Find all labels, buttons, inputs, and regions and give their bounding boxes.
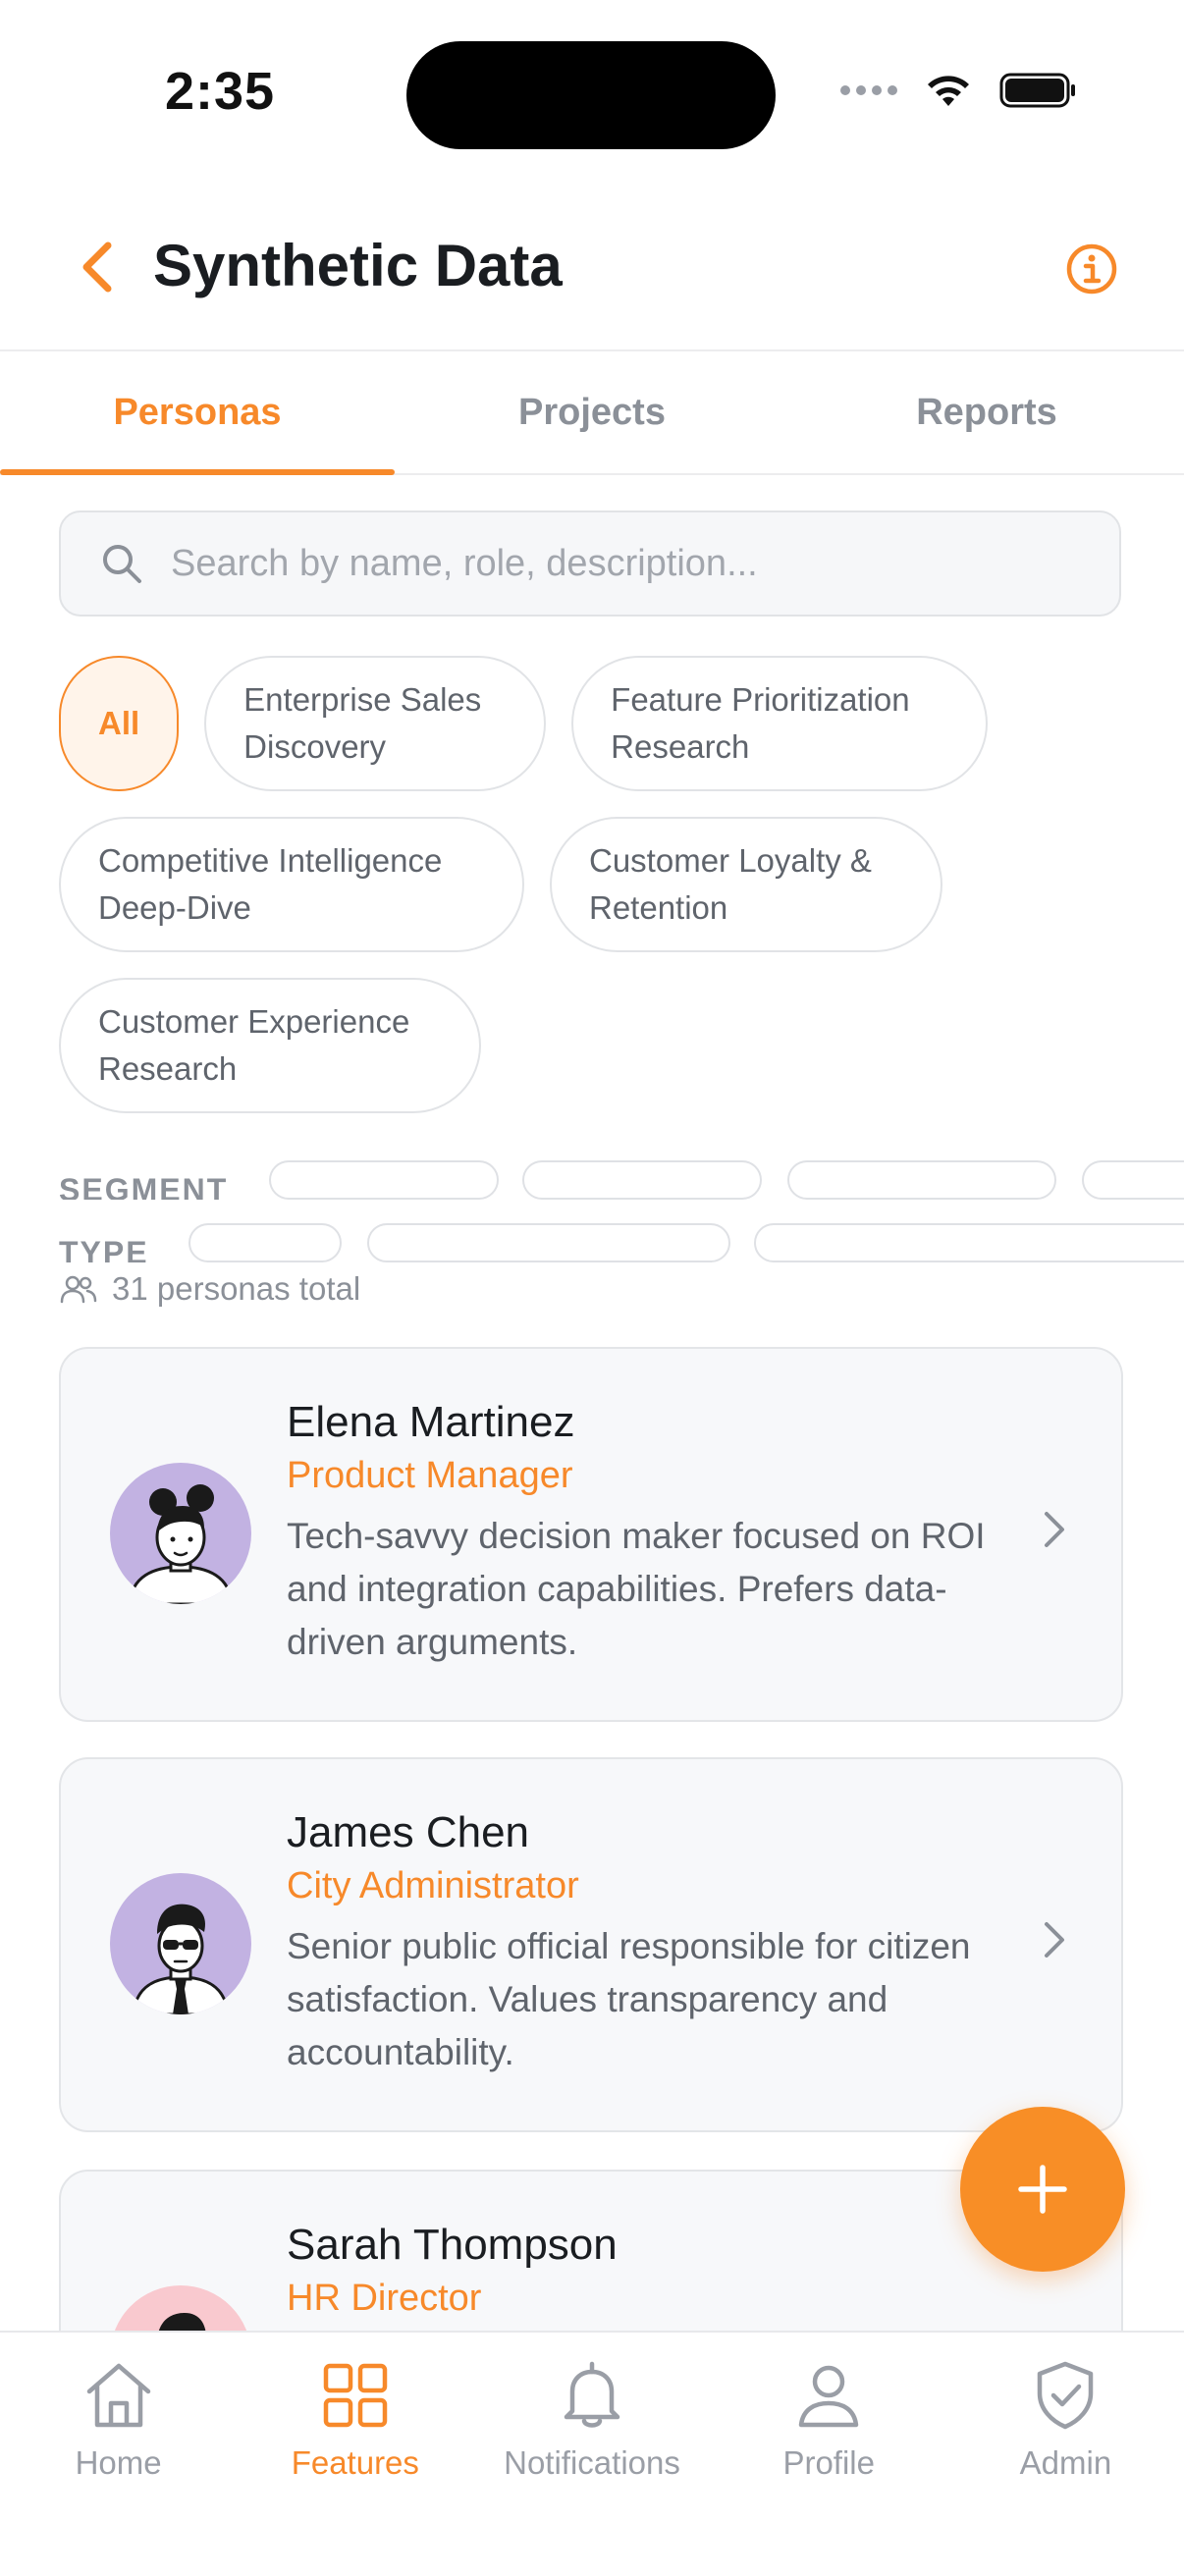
persona-avatar-illustration <box>132 1904 230 2014</box>
nav-admin-label: Admin <box>1019 2444 1112 2481</box>
type-label: TYPE <box>59 1235 149 1262</box>
type-filter-row: TYPE <box>59 1221 1184 1262</box>
nav-admin[interactable]: Admin <box>947 2333 1184 2576</box>
persona-count-text: 31 personas total <box>112 1270 361 1307</box>
info-button[interactable] <box>1064 242 1119 296</box>
status-bar: 2:35 <box>0 0 1184 187</box>
home-icon <box>86 2363 150 2428</box>
chip-customer-loyalty-retention[interactable]: Customer Loyalty & Retention <box>550 817 942 952</box>
persona-name: Elena Martinez <box>287 1398 575 1446</box>
project-filter-chips: All Enterprise Sales Discovery Feature P… <box>59 656 1129 1113</box>
grid-icon <box>323 2363 388 2428</box>
chevron-right-icon <box>1045 1512 1064 1547</box>
nav-home-label: Home <box>75 2444 162 2481</box>
segment-pill[interactable] <box>1082 1160 1184 1200</box>
avatar <box>110 1463 251 1604</box>
chip-customer-experience-research[interactable]: Customer Experience Research <box>59 978 481 1113</box>
persona-description: Senior public official responsible for c… <box>287 1926 971 2072</box>
chip-competitive-intelligence-deep-dive[interactable]: Competitive Intelligence Deep-Dive <box>59 817 524 952</box>
persona-role: Product Manager <box>287 1455 573 1496</box>
search-bar <box>59 510 1121 617</box>
page-title: Synthetic Data <box>153 233 563 298</box>
back-button[interactable] <box>69 236 124 298</box>
chevron-left-icon <box>82 242 112 293</box>
shield-check-icon <box>1038 2361 1094 2430</box>
dynamic-island <box>406 41 776 149</box>
app-header: Synthetic Data <box>0 187 1184 351</box>
tab-projects[interactable]: Projects <box>395 351 789 473</box>
chevron-right-icon <box>1045 1922 1064 1958</box>
avatar <box>110 1873 251 2014</box>
persona-name: Sarah Thompson <box>287 2221 618 2269</box>
chip-all[interactable]: All <box>59 656 180 791</box>
persona-role: HR Director <box>287 2278 482 2319</box>
nav-profile-label: Profile <box>782 2444 875 2481</box>
segment-filter-row: SEGMENT <box>59 1158 1184 1200</box>
nav-notifications-label: Notifications <box>504 2444 680 2481</box>
status-time: 2:35 <box>165 62 276 121</box>
persona-name: James Chen <box>287 1808 530 1856</box>
persona-role: City Administrator <box>287 1865 579 1906</box>
search-icon <box>103 545 141 583</box>
status-icons <box>840 71 1078 110</box>
person-icon <box>798 2365 859 2428</box>
nav-profile[interactable]: Profile <box>711 2333 947 2576</box>
segment-pill[interactable] <box>522 1160 762 1200</box>
nav-home[interactable]: Home <box>0 2333 237 2576</box>
segment-pill[interactable] <box>269 1160 499 1200</box>
battery-icon <box>999 73 1075 108</box>
chip-enterprise-sales-discovery[interactable]: Enterprise Sales Discovery <box>204 656 547 791</box>
type-pill[interactable] <box>188 1223 342 1262</box>
info-icon <box>1066 243 1117 295</box>
chip-feature-prioritization-research[interactable]: Feature Prioritization Research <box>571 656 989 791</box>
nav-features[interactable]: Features <box>237 2333 473 2576</box>
bell-icon <box>564 2361 620 2428</box>
tab-personas[interactable]: Personas <box>0 351 395 475</box>
add-persona-button[interactable] <box>960 2107 1125 2272</box>
wifi-icon <box>928 76 969 106</box>
type-pill[interactable] <box>367 1223 730 1262</box>
tab-reports[interactable]: Reports <box>789 351 1184 473</box>
type-pill[interactable] <box>754 1223 1184 1262</box>
plus-icon <box>1018 2165 1067 2214</box>
persona-card-elena-martinez[interactable]: Elena Martinez Product Manager Tech-savv… <box>59 1347 1123 1722</box>
cellular-signal-icon <box>840 85 897 95</box>
persona-card-james-chen[interactable]: James Chen City Administrator Senior pub… <box>59 1757 1123 2132</box>
persona-description: Tech-savvy decision maker focused on ROI… <box>287 1516 986 1662</box>
nav-features-label: Features <box>291 2444 419 2481</box>
search-input[interactable] <box>169 541 1056 586</box>
persona-count: 31 personas total <box>59 1270 360 1308</box>
persona-avatar-illustration <box>128 1484 234 1604</box>
people-icon <box>60 1275 97 1304</box>
nav-notifications[interactable]: Notifications <box>473 2333 710 2576</box>
tab-bar: Personas Projects Reports <box>0 351 1184 475</box>
segment-label: SEGMENT <box>59 1172 229 1200</box>
segment-pill[interactable] <box>787 1160 1056 1200</box>
bottom-navigation: Home Features Notifications Profile Admi… <box>0 2331 1184 2576</box>
